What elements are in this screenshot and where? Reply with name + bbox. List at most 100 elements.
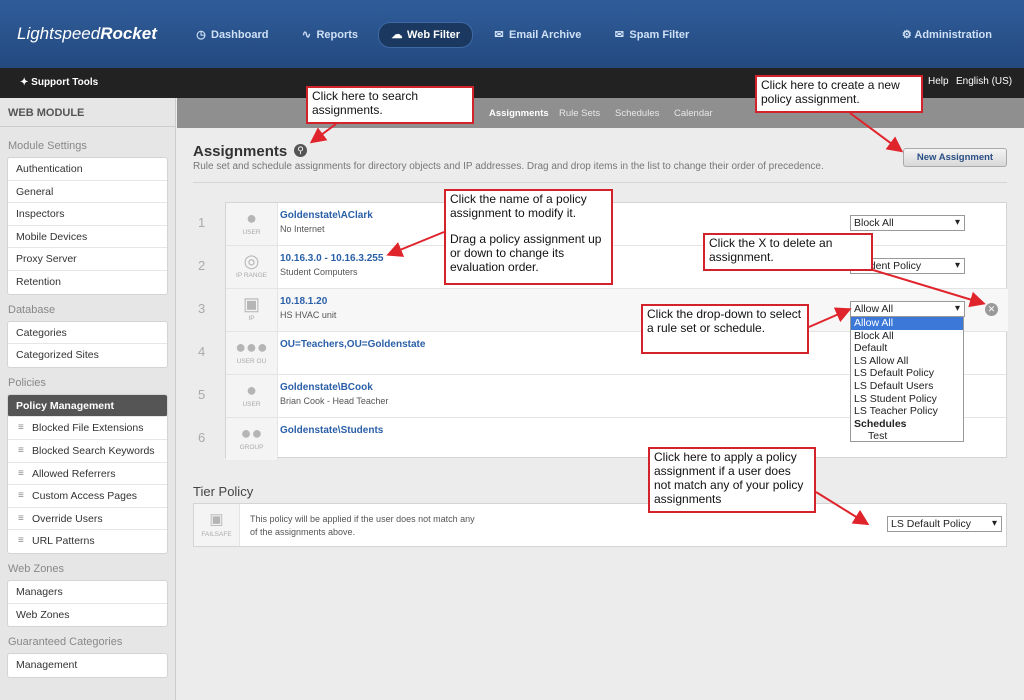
sidebar-group-policies: Policy Management Blocked File Extension…	[7, 393, 168, 554]
sidebar-item-categorized-sites[interactable]: Categorized Sites	[8, 344, 167, 367]
policy-select[interactable]: Allow All	[850, 301, 965, 317]
sidebar-item-general[interactable]: General	[8, 181, 167, 204]
sidebar-group-web-zones: Managers Web Zones	[7, 579, 168, 628]
dropdown-option[interactable]: LS Teacher Policy	[851, 405, 963, 418]
assignment-row[interactable]: 2 ◎ IP RANGE 10.16.3.0 - 10.16.3.255 Stud…	[198, 246, 1008, 289]
sidebar-item-managers[interactable]: Managers	[8, 581, 167, 604]
sidebar-item-blocked-search-keywords[interactable]: Blocked Search Keywords	[8, 440, 167, 463]
row-number: 5	[198, 387, 206, 402]
logo[interactable]: LightspeedRocket	[17, 24, 157, 44]
dropdown-option[interactable]: Default	[851, 342, 963, 355]
dropdown-option[interactable]: LS Default Policy	[851, 367, 963, 380]
user-icon: ● USER	[226, 203, 278, 245]
nav-dashboard[interactable]: ◷ Dashboard	[183, 22, 280, 48]
language-selector[interactable]: English (US)	[956, 76, 1012, 87]
row-number: 3	[198, 301, 206, 316]
dropdown-option[interactable]: LS Allow All	[851, 355, 963, 368]
assignment-name-link[interactable]: OU=Teachers,OU=Goldenstate	[280, 339, 425, 350]
assignment-name-link[interactable]: 10.16.3.0 - 10.16.3.255	[280, 253, 383, 264]
page-title: Assignments	[193, 143, 288, 160]
row-number: 4	[198, 344, 206, 359]
nav-administration[interactable]: ⚙ Administration	[902, 28, 992, 41]
callout-delete: Click the X to delete an assignment.	[703, 233, 873, 271]
wrench-icon: ✦	[20, 77, 29, 88]
delete-icon[interactable]: ✕	[985, 303, 998, 316]
search-icon[interactable]: ⚲	[294, 144, 307, 157]
sidebar-section-web-zones: Web Zones	[8, 562, 65, 575]
sidebar-item-custom-access-pages[interactable]: Custom Access Pages	[8, 485, 167, 508]
user-ou-icon: ●●● USER OU	[226, 332, 278, 374]
sidebar-item-authentication[interactable]: Authentication	[8, 158, 167, 181]
sidebar-item-override-users[interactable]: Override Users	[8, 508, 167, 531]
sidebar-group-guaranteed-categories: Management	[7, 653, 168, 678]
sidebar-item-proxy-server[interactable]: Proxy Server	[8, 248, 167, 271]
group-icon: ●● GROUP	[226, 418, 278, 460]
callout-tier: Click here to apply a policy assignment …	[648, 447, 816, 513]
sidebar-section-database: Database	[8, 303, 56, 316]
dropdown-group-label: Schedules	[854, 417, 907, 430]
sidebar-group-database: Categories Categorized Sites	[7, 320, 168, 368]
assignment-name-link[interactable]: 10.18.1.20	[280, 296, 327, 307]
dropdown-option[interactable]: LS Student Policy	[851, 393, 963, 406]
sidebar-item-retention[interactable]: Retention	[8, 271, 167, 294]
callout-name-line2: Drag a policy assignment up or down to c…	[450, 232, 602, 274]
sidebar-item-blocked-file-extensions[interactable]: Blocked File Extensions	[8, 417, 167, 440]
callout-name-line1: Click the name of a policy assignment to…	[450, 192, 587, 220]
assignment-row[interactable]: 1 ● USER Goldenstate\AClark No Internet B…	[198, 203, 1008, 246]
nav-reports[interactable]: ∿ Reports	[288, 22, 370, 48]
failsafe-icon: ▣ FAILSAFE	[194, 504, 240, 546]
sidebar-item-web-zones[interactable]: Web Zones	[8, 604, 167, 627]
dashboard-icon: ◷	[196, 29, 206, 41]
web-filter-icon: ☁	[391, 29, 403, 41]
nav-email-archive[interactable]: ✉ Email Archive	[481, 22, 593, 48]
tier-policy-select[interactable]: LS Default Policy	[887, 516, 1002, 532]
assignment-name-link[interactable]: Goldenstate\AClark	[280, 210, 373, 221]
dropdown-option[interactable]: Allow All	[851, 317, 963, 330]
row-number: 1	[198, 215, 206, 230]
nav-spam-filter[interactable]: ✉ Spam Filter	[601, 22, 701, 48]
nav-web-filter[interactable]: ☁ Web Filter	[378, 22, 474, 48]
dropdown-option[interactable]: Block All	[851, 330, 963, 343]
assignment-description: No Internet	[280, 224, 325, 234]
sidebar-item-url-patterns[interactable]: URL Patterns	[8, 530, 167, 553]
tier-policy-box: ▣ FAILSAFE This policy will be applied if…	[193, 503, 1007, 547]
callout-dropdown: Click the drop-down to select a rule set…	[641, 304, 809, 354]
sidebar-item-allowed-referrers[interactable]: Allowed Referrers	[8, 463, 167, 486]
tab-calendar[interactable]: Calendar	[674, 108, 713, 119]
new-assignment-button[interactable]: New Assignment	[903, 148, 1007, 167]
gear-icon: ⚙	[901, 29, 912, 41]
callout-search: Click here to search assignments.	[306, 86, 474, 124]
callout-new-assignment: Click here to create a new policy assign…	[755, 75, 923, 113]
sidebar-item-policy-management[interactable]: Policy Management	[8, 394, 167, 418]
reports-icon: ∿	[301, 29, 312, 41]
dropdown-option[interactable]: Test	[851, 430, 963, 443]
sidebar-section-module-settings: Module Settings	[8, 140, 87, 152]
ip-icon: ▣ IP	[226, 289, 278, 331]
tier-policy-text: This policy will be applied if the user …	[250, 514, 475, 537]
ip-range-icon: ◎ IP RANGE	[226, 246, 278, 288]
sidebar-item-inspectors[interactable]: Inspectors	[8, 203, 167, 226]
email-archive-icon: ✉	[494, 29, 504, 41]
spam-filter-icon: ✉	[614, 29, 624, 41]
page-description: Rule set and schedule assignments for di…	[193, 161, 824, 172]
dropdown-option[interactable]: LS Default Users	[851, 380, 963, 393]
assignment-name-link[interactable]: Goldenstate\BCook	[280, 382, 373, 393]
sidebar-item-categories[interactable]: Categories	[8, 322, 167, 345]
assignment-name-link[interactable]: Goldenstate\Students	[280, 425, 383, 436]
tab-rule-sets[interactable]: Rule Sets	[559, 108, 600, 119]
assignment-description: Student Computers	[280, 267, 358, 277]
tab-schedules[interactable]: Schedules	[615, 108, 659, 119]
sidebar-title: WEB MODULE	[0, 98, 175, 127]
support-tools-link[interactable]: ✦ Support Tools	[20, 77, 98, 88]
policy-select[interactable]: Block All	[850, 215, 965, 231]
tab-assignments[interactable]: Assignments	[489, 108, 549, 119]
sidebar-section-guaranteed-categories: Guaranteed Categories	[8, 636, 123, 649]
sidebar-item-management[interactable]: Management	[8, 654, 167, 677]
policy-dropdown-list[interactable]: Allow All Block All Default LS Allow All…	[850, 316, 964, 442]
row-number: 2	[198, 258, 206, 273]
sidebar-item-mobile-devices[interactable]: Mobile Devices	[8, 226, 167, 249]
user-icon: ● USER	[226, 375, 278, 417]
help-link[interactable]: Help	[928, 76, 949, 87]
top-bar: LightspeedRocket ◷ Dashboard ∿ Reports ☁ We…	[0, 0, 1024, 68]
assignment-description: Brian Cook - Head Teacher	[280, 396, 389, 406]
